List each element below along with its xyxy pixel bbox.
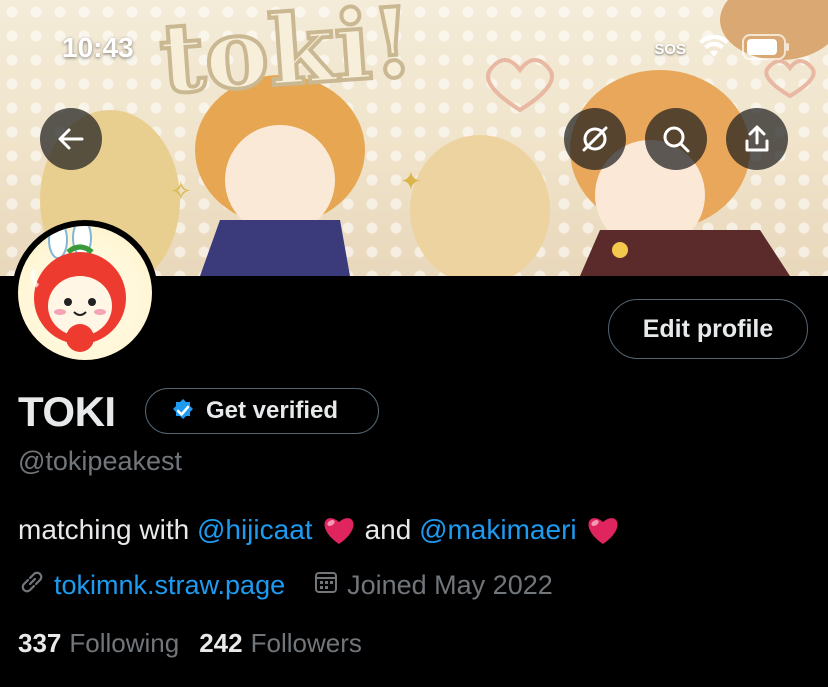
get-verified-label: Get verified (206, 397, 339, 424)
not-following-icon (582, 126, 608, 152)
mention-link-2[interactable]: @makimaeri (419, 514, 577, 546)
followers-link[interactable]: 242 Followers (199, 628, 362, 659)
sos-label: SOS (654, 41, 686, 58)
heart-icon (585, 514, 621, 546)
search-button[interactable] (645, 108, 707, 170)
display-name: TOKI (18, 388, 116, 435)
back-arrow-icon (58, 128, 84, 150)
bio: matching with @hijicaat and @makimaeri (18, 514, 629, 546)
following-count: 337 (18, 628, 62, 658)
battery-icon (742, 34, 790, 65)
not-following-button[interactable] (564, 108, 626, 170)
share-icon (745, 125, 769, 152)
mention-link-1[interactable]: @hijicaat (197, 514, 313, 546)
bio-prefix: matching with (18, 514, 190, 545)
back-button[interactable] (40, 108, 102, 170)
profile-meta: tokimnk.straw.page Joined May 2022 (18, 568, 553, 603)
bio-middle: and (364, 514, 412, 545)
website-link[interactable]: tokimnk.straw.page (54, 570, 285, 601)
avatar-image (18, 226, 152, 360)
calendar-icon (313, 569, 339, 602)
user-handle: @tokipeakest (18, 446, 182, 476)
status-indicators: SOS (654, 34, 790, 65)
svg-text:✦: ✦ (400, 167, 422, 197)
follow-stats: 337 Following 242 Followers (18, 628, 362, 659)
wifi-icon (698, 34, 730, 64)
share-button[interactable] (726, 108, 788, 170)
following-label: Following (69, 628, 180, 658)
following-link[interactable]: 337 Following (18, 628, 179, 659)
search-icon (663, 126, 690, 153)
link-icon (18, 568, 46, 603)
svg-text:✧: ✧ (170, 177, 192, 207)
edit-profile-button[interactable]: Edit profile (608, 299, 808, 359)
verified-badge-icon (173, 399, 193, 419)
followers-count: 242 (199, 628, 243, 658)
avatar[interactable] (12, 220, 158, 366)
banner-art-text: toki! (154, 0, 419, 118)
status-time: 10:43 (62, 32, 134, 63)
heart-icon (321, 514, 357, 546)
joined-date: Joined May 2022 (347, 570, 553, 600)
get-verified-button[interactable]: Get verified (145, 388, 379, 434)
followers-label: Followers (250, 628, 362, 658)
